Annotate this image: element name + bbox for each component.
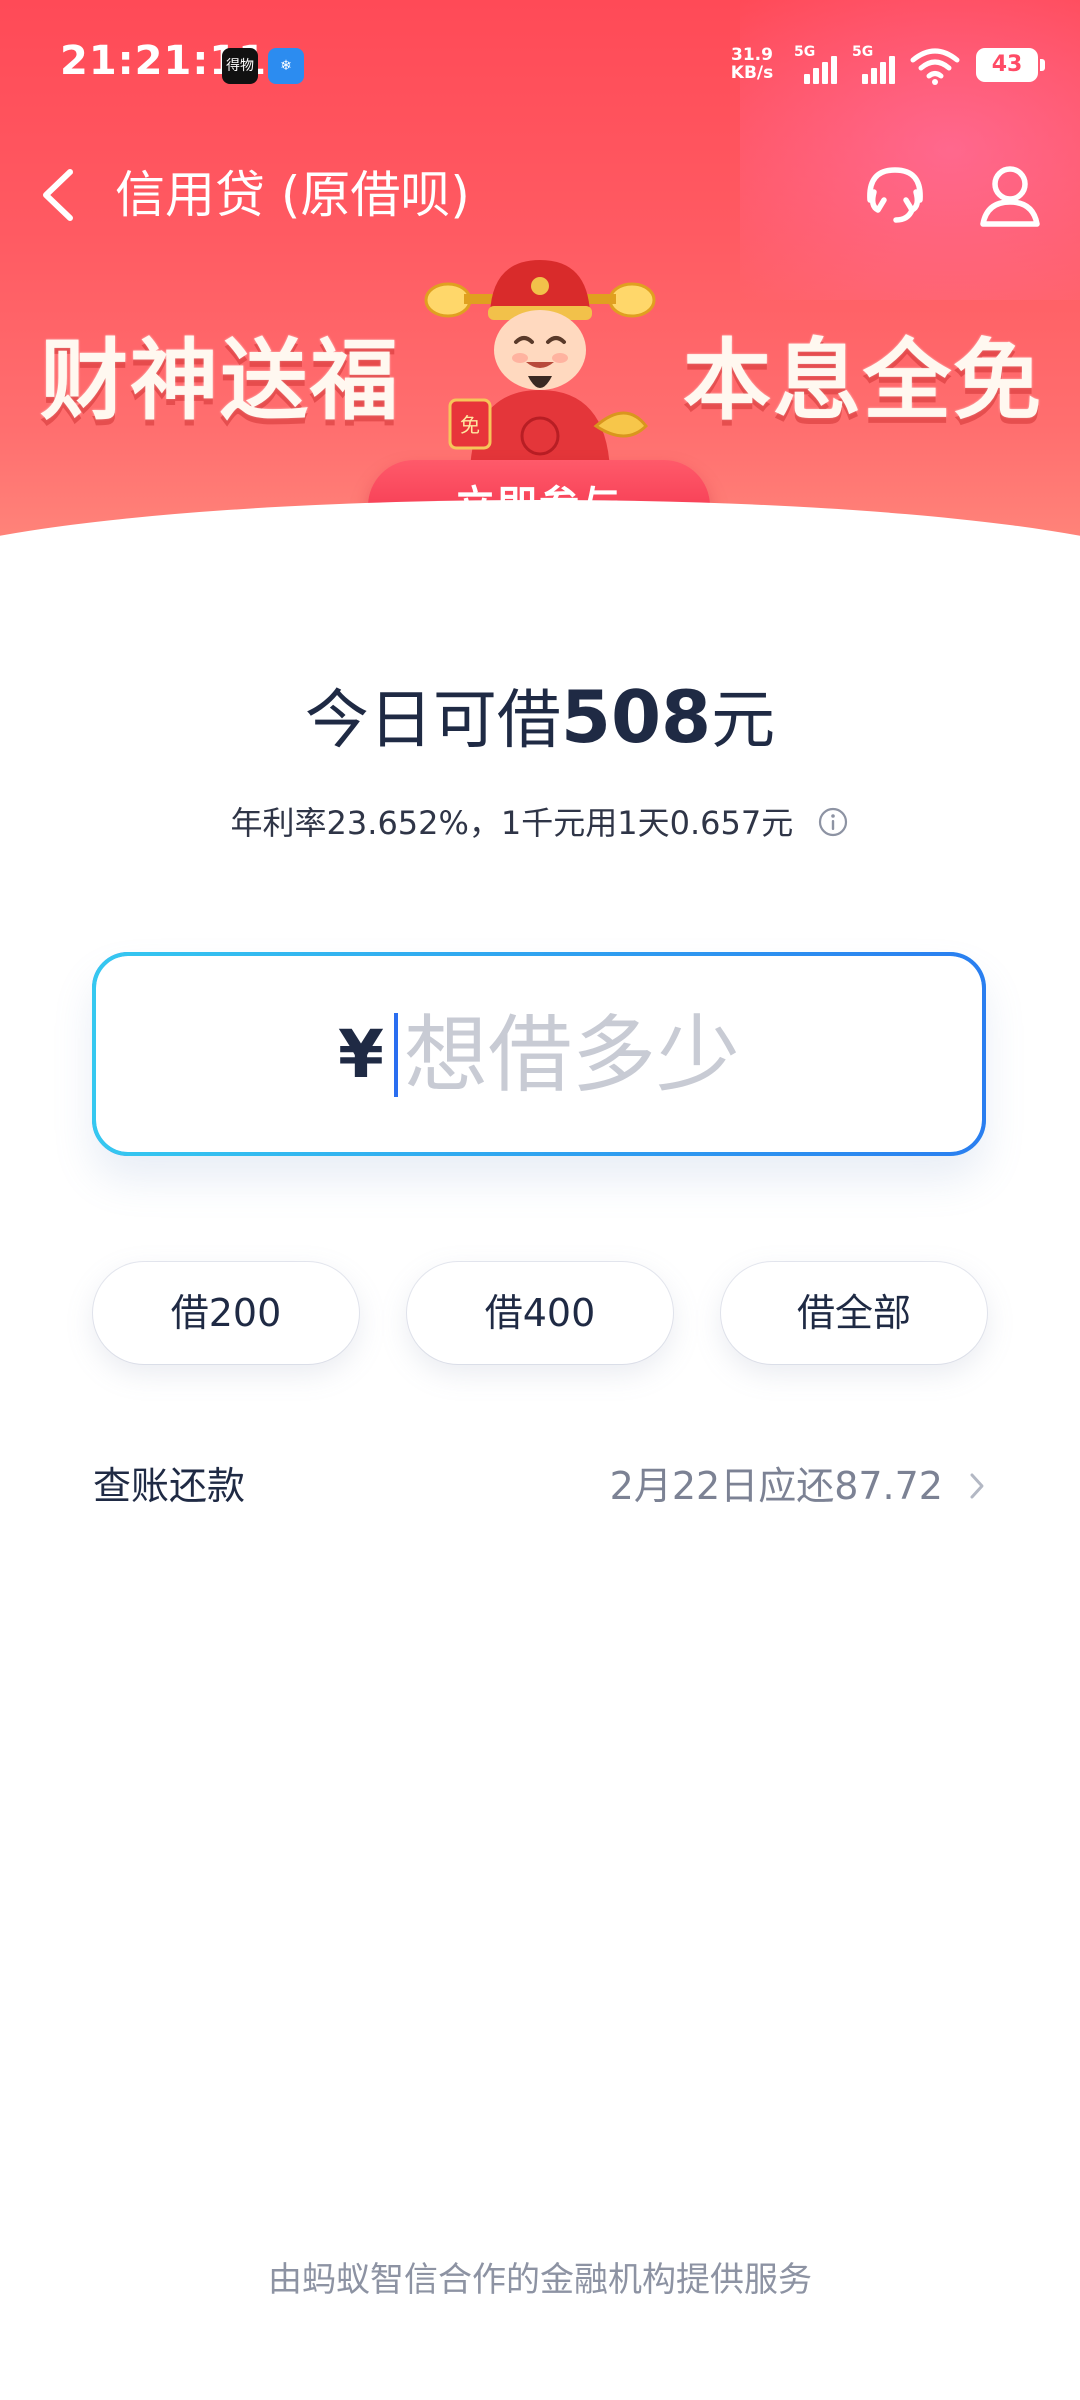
chevron-left-icon[interactable] [30, 160, 90, 230]
promo-right-text: 本息全免 [683, 329, 1044, 432]
interest-rate-row: 年利率23.652%，1千元用1天0.657元 [0, 800, 1080, 846]
headset-icon[interactable] [860, 162, 930, 228]
network-speed-unit: KB/s [730, 63, 774, 83]
bill-repayment-row[interactable]: 查账还款 2月22日应还87.72 [93, 1448, 989, 1524]
hero-banner: 21:21:11 得物 ❄ 31.9 KB/s 5G 5G 43 信用贷 (原借… [0, 0, 1080, 575]
credit-loan-screen: 21:21:11 得物 ❄ 31.9 KB/s 5G 5G 43 信用贷 (原借… [0, 0, 1080, 2400]
quota-unit: 元 [711, 684, 776, 758]
borrow-all-button[interactable]: 借全部 [721, 1262, 987, 1364]
text-caret [393, 1012, 398, 1097]
chevron-right-icon [970, 1473, 984, 1499]
loan-amount-input[interactable]: ¥ 想借多少 [92, 952, 986, 1156]
page-title: 信用贷 (原借呗) [115, 166, 470, 224]
currency-symbol: ¥ [338, 1015, 384, 1093]
snowflake-app-icon: ❄ [268, 48, 304, 84]
promo-left-text: 财神送福 [40, 329, 401, 432]
repayment-due-text: 2月22日应还87.72 [609, 1464, 943, 1508]
amount-placeholder: 想借多少 [403, 1005, 740, 1104]
quota-amount: 508 [560, 675, 712, 759]
bill-repayment-label: 查账还款 [93, 1464, 246, 1508]
available-quota: 今日可借508元 [0, 672, 1080, 766]
wifi-icon [910, 48, 960, 85]
borrow-200-button[interactable]: 借200 [93, 1262, 359, 1364]
signal-2-icon: 5G [852, 44, 898, 84]
signal-2-label: 5G [852, 44, 874, 60]
network-speed-value: 31.9 [731, 45, 773, 65]
status-bar: 21:21:11 得物 ❄ 31.9 KB/s 5G 5G 43 [0, 0, 1080, 130]
battery-indicator: 43 [976, 48, 1045, 82]
god-of-wealth-mascot-icon: 免 [424, 260, 656, 470]
user-icon[interactable] [975, 160, 1045, 230]
mascot-badge: 免 [460, 413, 480, 437]
service-provider-note: 由蚂蚁智信合作的金融机构提供服务 [268, 2260, 812, 2300]
info-icon[interactable] [817, 806, 849, 838]
signal-1-icon: 5G [794, 44, 840, 84]
borrow-400-button[interactable]: 借400 [407, 1262, 673, 1364]
dewu-app-icon: 得物 [222, 48, 258, 84]
network-speed: 31.9 KB/s [726, 46, 778, 82]
signal-1-label: 5G [794, 44, 816, 60]
interest-rate-text: 年利率23.652%，1千元用1天0.657元 [230, 804, 794, 842]
quota-prefix: 今日可借 [304, 684, 561, 758]
